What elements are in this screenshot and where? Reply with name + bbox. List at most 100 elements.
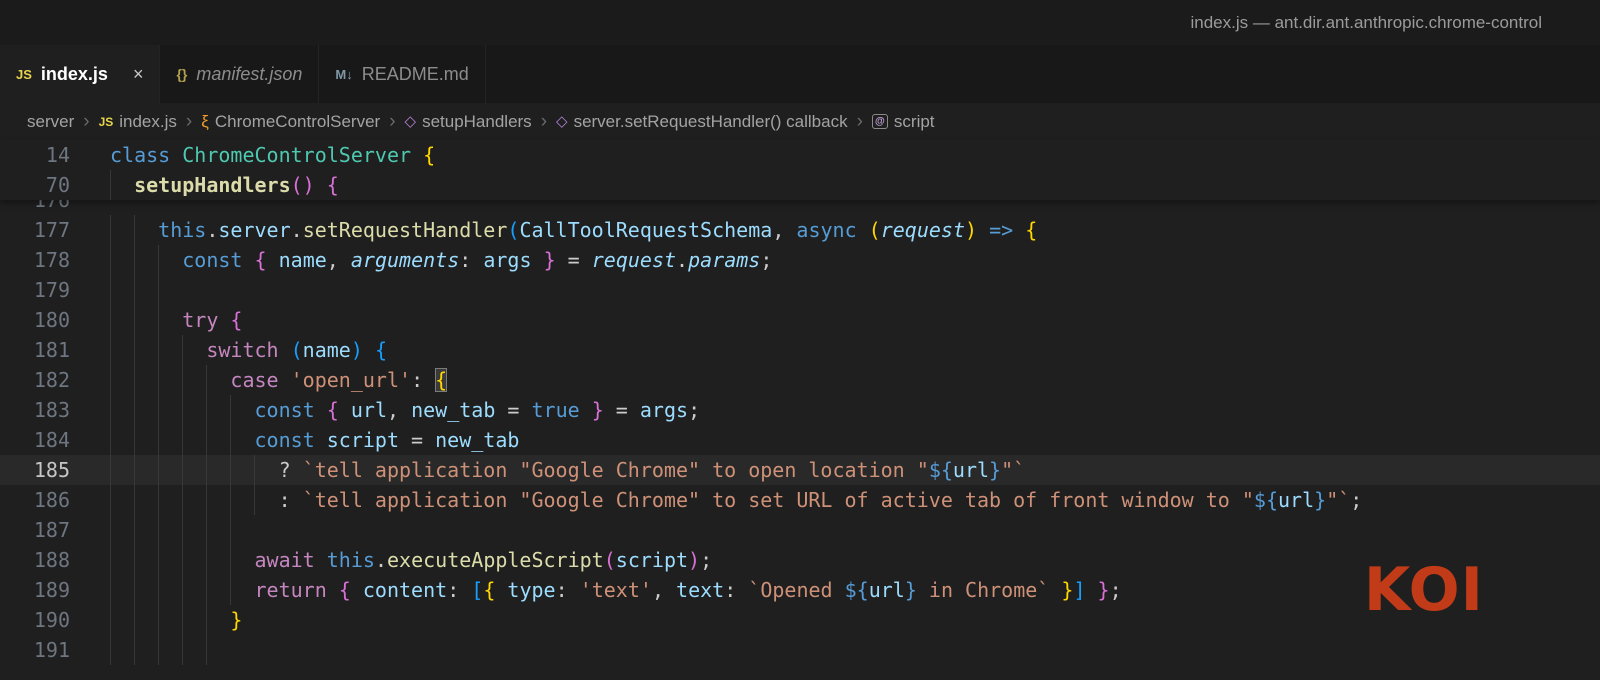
tab-manifest.json[interactable]: {}manifest.json (160, 45, 319, 103)
indent-guide (230, 395, 231, 425)
chevron-right-icon: › (386, 111, 398, 133)
line-number: 177 (0, 215, 70, 245)
chevron-right-icon: › (80, 111, 92, 133)
code-text: const script = new_tab (110, 425, 1600, 455)
code-text (110, 515, 1600, 545)
code-line-176[interactable]: 176 (0, 200, 1600, 215)
code-line-181[interactable]: 181 switch (name) { (0, 335, 1600, 365)
line-number: 190 (0, 605, 70, 635)
indent-guide (110, 515, 111, 545)
close-icon[interactable]: × (133, 64, 144, 85)
code-line-188[interactable]: 188 await this.executeAppleScript(script… (0, 545, 1600, 575)
indent-guide (158, 455, 159, 485)
line-number: 178 (0, 245, 70, 275)
line-number: 186 (0, 485, 70, 515)
breadcrumb-label: index.js (119, 112, 177, 132)
line-number: 188 (0, 545, 70, 575)
code-line-179[interactable]: 179 (0, 275, 1600, 305)
indent-guide (110, 275, 111, 305)
tab-label: index.js (41, 64, 108, 85)
code-line-185[interactable]: 185 ? `tell application "Google Chrome" … (0, 455, 1600, 485)
indent-guide (110, 365, 111, 395)
code-line-177[interactable]: 177 this.server.setRequestHandler(CallTo… (0, 215, 1600, 245)
indent-guide (110, 305, 111, 335)
code-line-180[interactable]: 180 try { (0, 305, 1600, 335)
code-line-178[interactable]: 178 const { name, arguments: args } = re… (0, 245, 1600, 275)
code-line-184[interactable]: 184 const script = new_tab (0, 425, 1600, 455)
code-line-191[interactable]: 191 (0, 635, 1600, 665)
indent-guide (110, 635, 111, 665)
indent-guide (254, 455, 255, 485)
class-icon: ξ (201, 113, 209, 130)
indent-guide (230, 455, 231, 485)
code-lines: 177 this.server.setRequestHandler(CallTo… (0, 215, 1600, 665)
code-line-70[interactable]: 70 setupHandlers() { (0, 170, 1600, 200)
indent-guide (110, 485, 111, 515)
indent-guide (134, 245, 135, 275)
js-icon: JS (99, 116, 114, 128)
indent-guide (158, 335, 159, 365)
indent-guide (182, 425, 183, 455)
sticky-scroll: 14class ChromeControlServer {70 setupHan… (0, 140, 1600, 200)
indent-guide (134, 425, 135, 455)
code-line-186[interactable]: 186 : `tell application "Google Chrome" … (0, 485, 1600, 515)
indent-guide (230, 575, 231, 605)
method-icon: ◇ (405, 114, 417, 129)
breadcrumb-item-ChromeControlServer[interactable]: ξ ChromeControlServer (201, 112, 380, 132)
indent-guide (110, 170, 111, 200)
symbol-icon: @ (872, 114, 888, 129)
breadcrumb-label: ChromeControlServer (215, 112, 380, 132)
line-number: 185 (0, 455, 70, 485)
code-line-14[interactable]: 14class ChromeControlServer { (0, 140, 1600, 170)
breadcrumb-item-server[interactable]: server (27, 112, 74, 132)
code-line-182[interactable]: 182 case 'open_url': { (0, 365, 1600, 395)
indent-guide (206, 515, 207, 545)
line-number: 180 (0, 305, 70, 335)
indent-guide (182, 545, 183, 575)
chevron-right-icon: › (538, 111, 550, 133)
code-line-183[interactable]: 183 const { url, new_tab = true } = args… (0, 395, 1600, 425)
code-editor[interactable]: 14class ChromeControlServer {70 setupHan… (0, 140, 1600, 680)
code-line-187[interactable]: 187 (0, 515, 1600, 545)
breadcrumb-label: setupHandlers (422, 112, 532, 132)
code-text: const { url, new_tab = true } = args; (110, 395, 1600, 425)
indent-guide (230, 425, 231, 455)
breadcrumb-label: script (894, 112, 935, 132)
indent-guide (110, 575, 111, 605)
window-title: index.js — ant.dir.ant.anthropic.chrome-… (1190, 13, 1542, 33)
indent-guide (206, 455, 207, 485)
md-file-icon: M↓ (335, 67, 352, 82)
breadcrumb-item-setupHandlers[interactable]: ◇ setupHandlers (405, 112, 532, 132)
breadcrumb-item-script[interactable]: @ script (872, 112, 935, 132)
breadcrumb: server › JS index.js › ξ ChromeControlServer › ◇… (0, 103, 1600, 140)
indent-guide (110, 455, 111, 485)
indent-guide (206, 605, 207, 635)
breadcrumb-item-index.js[interactable]: JS index.js (99, 112, 177, 132)
code-text: setupHandlers() { (110, 170, 1600, 200)
breadcrumb-item-server.setRequestHandler() callback[interactable]: ◇server.setRequestHandler() callback (556, 112, 848, 132)
indent-guide (158, 365, 159, 395)
indent-guide (206, 365, 207, 395)
indent-guide (206, 395, 207, 425)
indent-guide (158, 515, 159, 545)
indent-guide (182, 335, 183, 365)
indent-guide (110, 395, 111, 425)
breadcrumb-label: server.setRequestHandler() callback (574, 112, 848, 132)
indent-guide (182, 635, 183, 665)
indent-guide (182, 515, 183, 545)
code-line-190[interactable]: 190 } (0, 605, 1600, 635)
vscode-window: index.js — ant.dir.ant.anthropic.chrome-… (0, 0, 1600, 680)
tab-index.js[interactable]: JSindex.js× (0, 45, 160, 103)
tab-README.md[interactable]: M↓README.md (319, 45, 485, 103)
line-number: 184 (0, 425, 70, 455)
indent-guide (134, 365, 135, 395)
title-bar: index.js — ant.dir.ant.anthropic.chrome-… (0, 0, 1600, 45)
indent-guide (182, 575, 183, 605)
indent-guide (230, 485, 231, 515)
indent-guide (182, 605, 183, 635)
koi-watermark: KOI (1364, 555, 1484, 625)
line-number: 191 (0, 635, 70, 665)
code-line-189[interactable]: 189 return { content: [{ type: 'text', t… (0, 575, 1600, 605)
indent-guide (230, 545, 231, 575)
line-number: 70 (0, 170, 70, 200)
